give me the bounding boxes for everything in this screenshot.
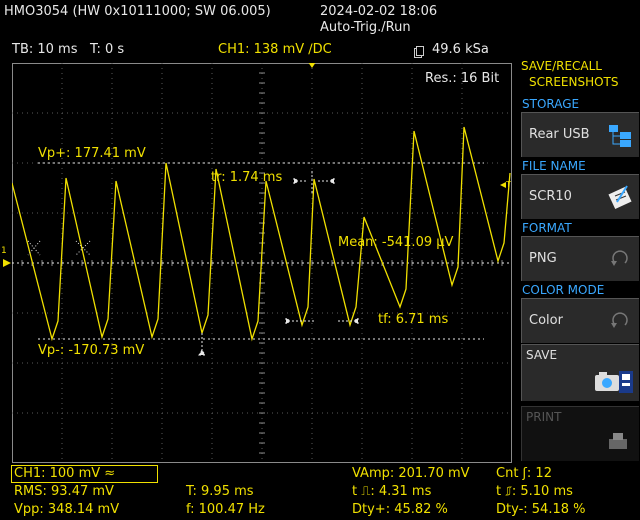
menu-title-line1: SAVE/RECALL (521, 59, 602, 73)
timebase[interactable]: TB: 10 ms (12, 42, 77, 57)
print-label: PRINT (526, 410, 562, 424)
storage-label: STORAGE (522, 97, 580, 111)
file-name-button[interactable]: SCR10 (521, 174, 639, 219)
duty-pos-value: Dty+: 45.82 % (352, 502, 448, 517)
datetime: 2024-02-02 18:06 (320, 4, 438, 19)
save-recall-menu: SAVE/RECALL SCREENSHOTS STORAGE Rear USB… (516, 56, 640, 464)
vamp-value: VAmp: 201.70 mV (352, 466, 470, 481)
save-button[interactable]: SAVE (521, 344, 639, 401)
print-button[interactable]: PRINT (521, 406, 639, 461)
save-label: SAVE (526, 348, 558, 362)
color-mode-label: COLOR MODE (522, 283, 605, 297)
period-value: T: 9.95 ms (186, 484, 254, 499)
storage-value: Rear USB (529, 127, 590, 142)
measurement-bar: CH1: 100 mV ≈ RMS: 93.47 mV Vpp: 348.14 … (0, 464, 640, 520)
frequency-value: f: 100.47 Hz (186, 502, 265, 517)
title-bar: HMO3054 (HW 0x10111000; SW 06.005) 2024-… (0, 0, 640, 40)
printer-icon (607, 431, 629, 453)
memory-icon (414, 43, 424, 58)
rise-time-value: tr: 1.74 ms (211, 170, 283, 185)
menu-title-line2: SCREENSHOTS (529, 75, 619, 89)
neg-pulse-width: t ⎎: 5.10 ms (496, 484, 573, 499)
resolution-label: Res.: 16 Bit (425, 71, 500, 86)
fall-time-value: tf: 6.71 ms (378, 312, 449, 327)
vp-minus-value: Vp-: -170.73 mV (38, 343, 145, 358)
vp-plus-value: Vp+: 177.41 mV (38, 146, 146, 161)
ch1-trigger-level[interactable]: CH1: 138 mV ∕DC (218, 42, 332, 57)
mean-value: Mean: -541.09 µV (338, 235, 454, 250)
trigger-level-label: T (506, 180, 511, 189)
duty-neg-value: Dty-: 54.18 % (496, 502, 586, 517)
acquisition-mode: Auto-Trig./Run (320, 20, 411, 35)
rotate-select-icon (607, 246, 633, 272)
waveform-display[interactable] (12, 63, 512, 463)
ch1-offset-arrow-icon (3, 252, 11, 267)
sample-rate: 49.6 kSa (432, 42, 489, 57)
color-mode-button[interactable]: Color (521, 298, 639, 343)
folder-tree-icon (607, 122, 633, 148)
file-name-value: SCR10 (529, 189, 572, 204)
format-label: FORMAT (522, 221, 572, 235)
storage-button[interactable]: Rear USB (521, 112, 639, 157)
trigger-time[interactable]: T: 0 s (90, 42, 124, 57)
rms-value: RMS: 93.47 mV (14, 484, 114, 499)
pos-pulse-width: t ⎍: 4.31 ms (352, 484, 432, 499)
vpp-value: Vpp: 348.14 mV (14, 502, 120, 517)
camera-save-icon (593, 369, 635, 395)
count-value: Cnt ʃ: 12 (496, 466, 552, 481)
rotate-select-icon (607, 308, 633, 334)
format-value: PNG (529, 251, 557, 266)
file-name-label: FILE NAME (522, 159, 586, 173)
device-info: HMO3054 (HW 0x10111000; SW 06.005) (4, 4, 271, 19)
color-mode-value: Color (529, 313, 563, 328)
ch1-setting[interactable]: CH1: 100 mV ≈ (14, 466, 115, 481)
format-button[interactable]: PNG (521, 236, 639, 281)
edit-name-icon (607, 184, 633, 210)
